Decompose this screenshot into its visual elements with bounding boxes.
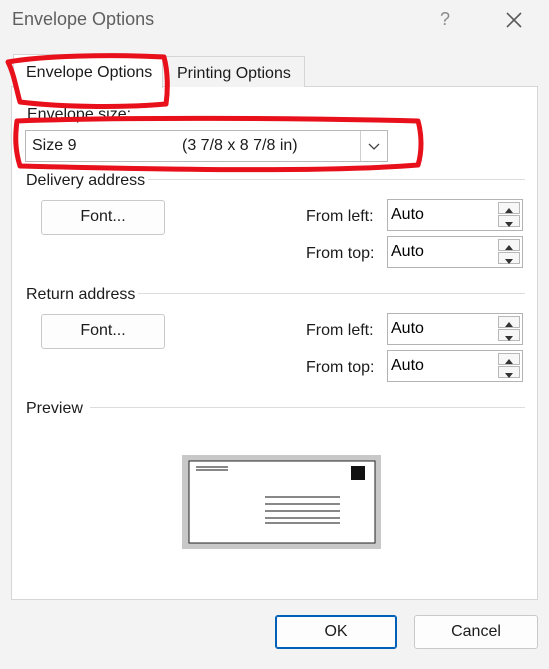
spin-up-button[interactable] <box>498 202 520 214</box>
spin-up-button[interactable] <box>498 239 520 251</box>
return-from-top-label: From top: <box>306 359 375 376</box>
cancel-button[interactable]: Cancel <box>414 615 538 649</box>
spin-down-button[interactable] <box>498 329 520 341</box>
preview-divider <box>90 407 525 408</box>
preview-heading: Preview <box>26 400 83 417</box>
triangle-down-icon <box>505 373 513 378</box>
tab-printing-options[interactable]: Printing Options <box>165 56 305 87</box>
return-from-top-spinner[interactable] <box>387 350 523 382</box>
return-from-top-input[interactable] <box>391 357 491 375</box>
close-icon <box>506 12 522 28</box>
envelope-size-label: Envelope size: <box>27 106 132 123</box>
delivery-from-left-input[interactable] <box>391 206 491 224</box>
dropdown-button[interactable] <box>360 131 387 161</box>
spinner-arrows <box>498 202 520 228</box>
return-from-left-spinner[interactable] <box>387 313 523 345</box>
tab-envelope-options-label: Envelope Options <box>26 64 153 81</box>
dialog-title: Envelope Options <box>12 9 155 29</box>
return-address-heading: Return address <box>26 286 136 303</box>
spin-up-button[interactable] <box>498 316 520 328</box>
delivery-from-top-spinner[interactable] <box>387 236 523 268</box>
delivery-address-heading: Delivery address <box>26 172 146 189</box>
delivery-from-left-spinner[interactable] <box>387 199 523 231</box>
envelope-preview <box>182 455 381 549</box>
spinner-arrows <box>498 353 520 379</box>
return-from-left-input[interactable] <box>391 320 491 338</box>
delivery-from-top-input[interactable] <box>391 243 491 261</box>
tab-envelope-options[interactable]: Envelope Options <box>13 54 163 88</box>
close-button[interactable] <box>500 6 528 34</box>
tab-printing-options-label: Printing Options <box>177 65 291 82</box>
envelope-icon <box>188 460 376 544</box>
title-bar: Envelope Options ? <box>0 0 549 42</box>
spin-down-button[interactable] <box>498 252 520 264</box>
triangle-down-icon <box>505 222 513 227</box>
spin-down-button[interactable] <box>498 215 520 227</box>
delivery-from-left-label: From left: <box>306 208 374 225</box>
return-from-left-label: From left: <box>306 322 374 339</box>
triangle-down-icon <box>505 259 513 264</box>
spinner-arrows <box>498 316 520 342</box>
delivery-from-top-label: From top: <box>306 245 375 262</box>
return-font-button[interactable]: Font... <box>41 314 165 349</box>
envelope-size-value: Size 9 <box>32 137 77 154</box>
envelope-size-select[interactable]: Size 9 (3 7/8 x 8 7/8 in) <box>25 130 388 162</box>
return-address-divider <box>138 293 525 294</box>
spin-down-button[interactable] <box>498 366 520 378</box>
chevron-down-icon <box>368 143 380 150</box>
delivery-font-button[interactable]: Font... <box>41 200 165 235</box>
spin-up-button[interactable] <box>498 353 520 365</box>
ok-button[interactable]: OK <box>275 615 397 649</box>
spinner-arrows <box>498 239 520 265</box>
triangle-down-icon <box>505 336 513 341</box>
envelope-size-dimensions: (3 7/8 x 8 7/8 in) <box>182 137 298 154</box>
help-button[interactable]: ? <box>433 7 457 31</box>
delivery-address-divider <box>148 179 525 180</box>
